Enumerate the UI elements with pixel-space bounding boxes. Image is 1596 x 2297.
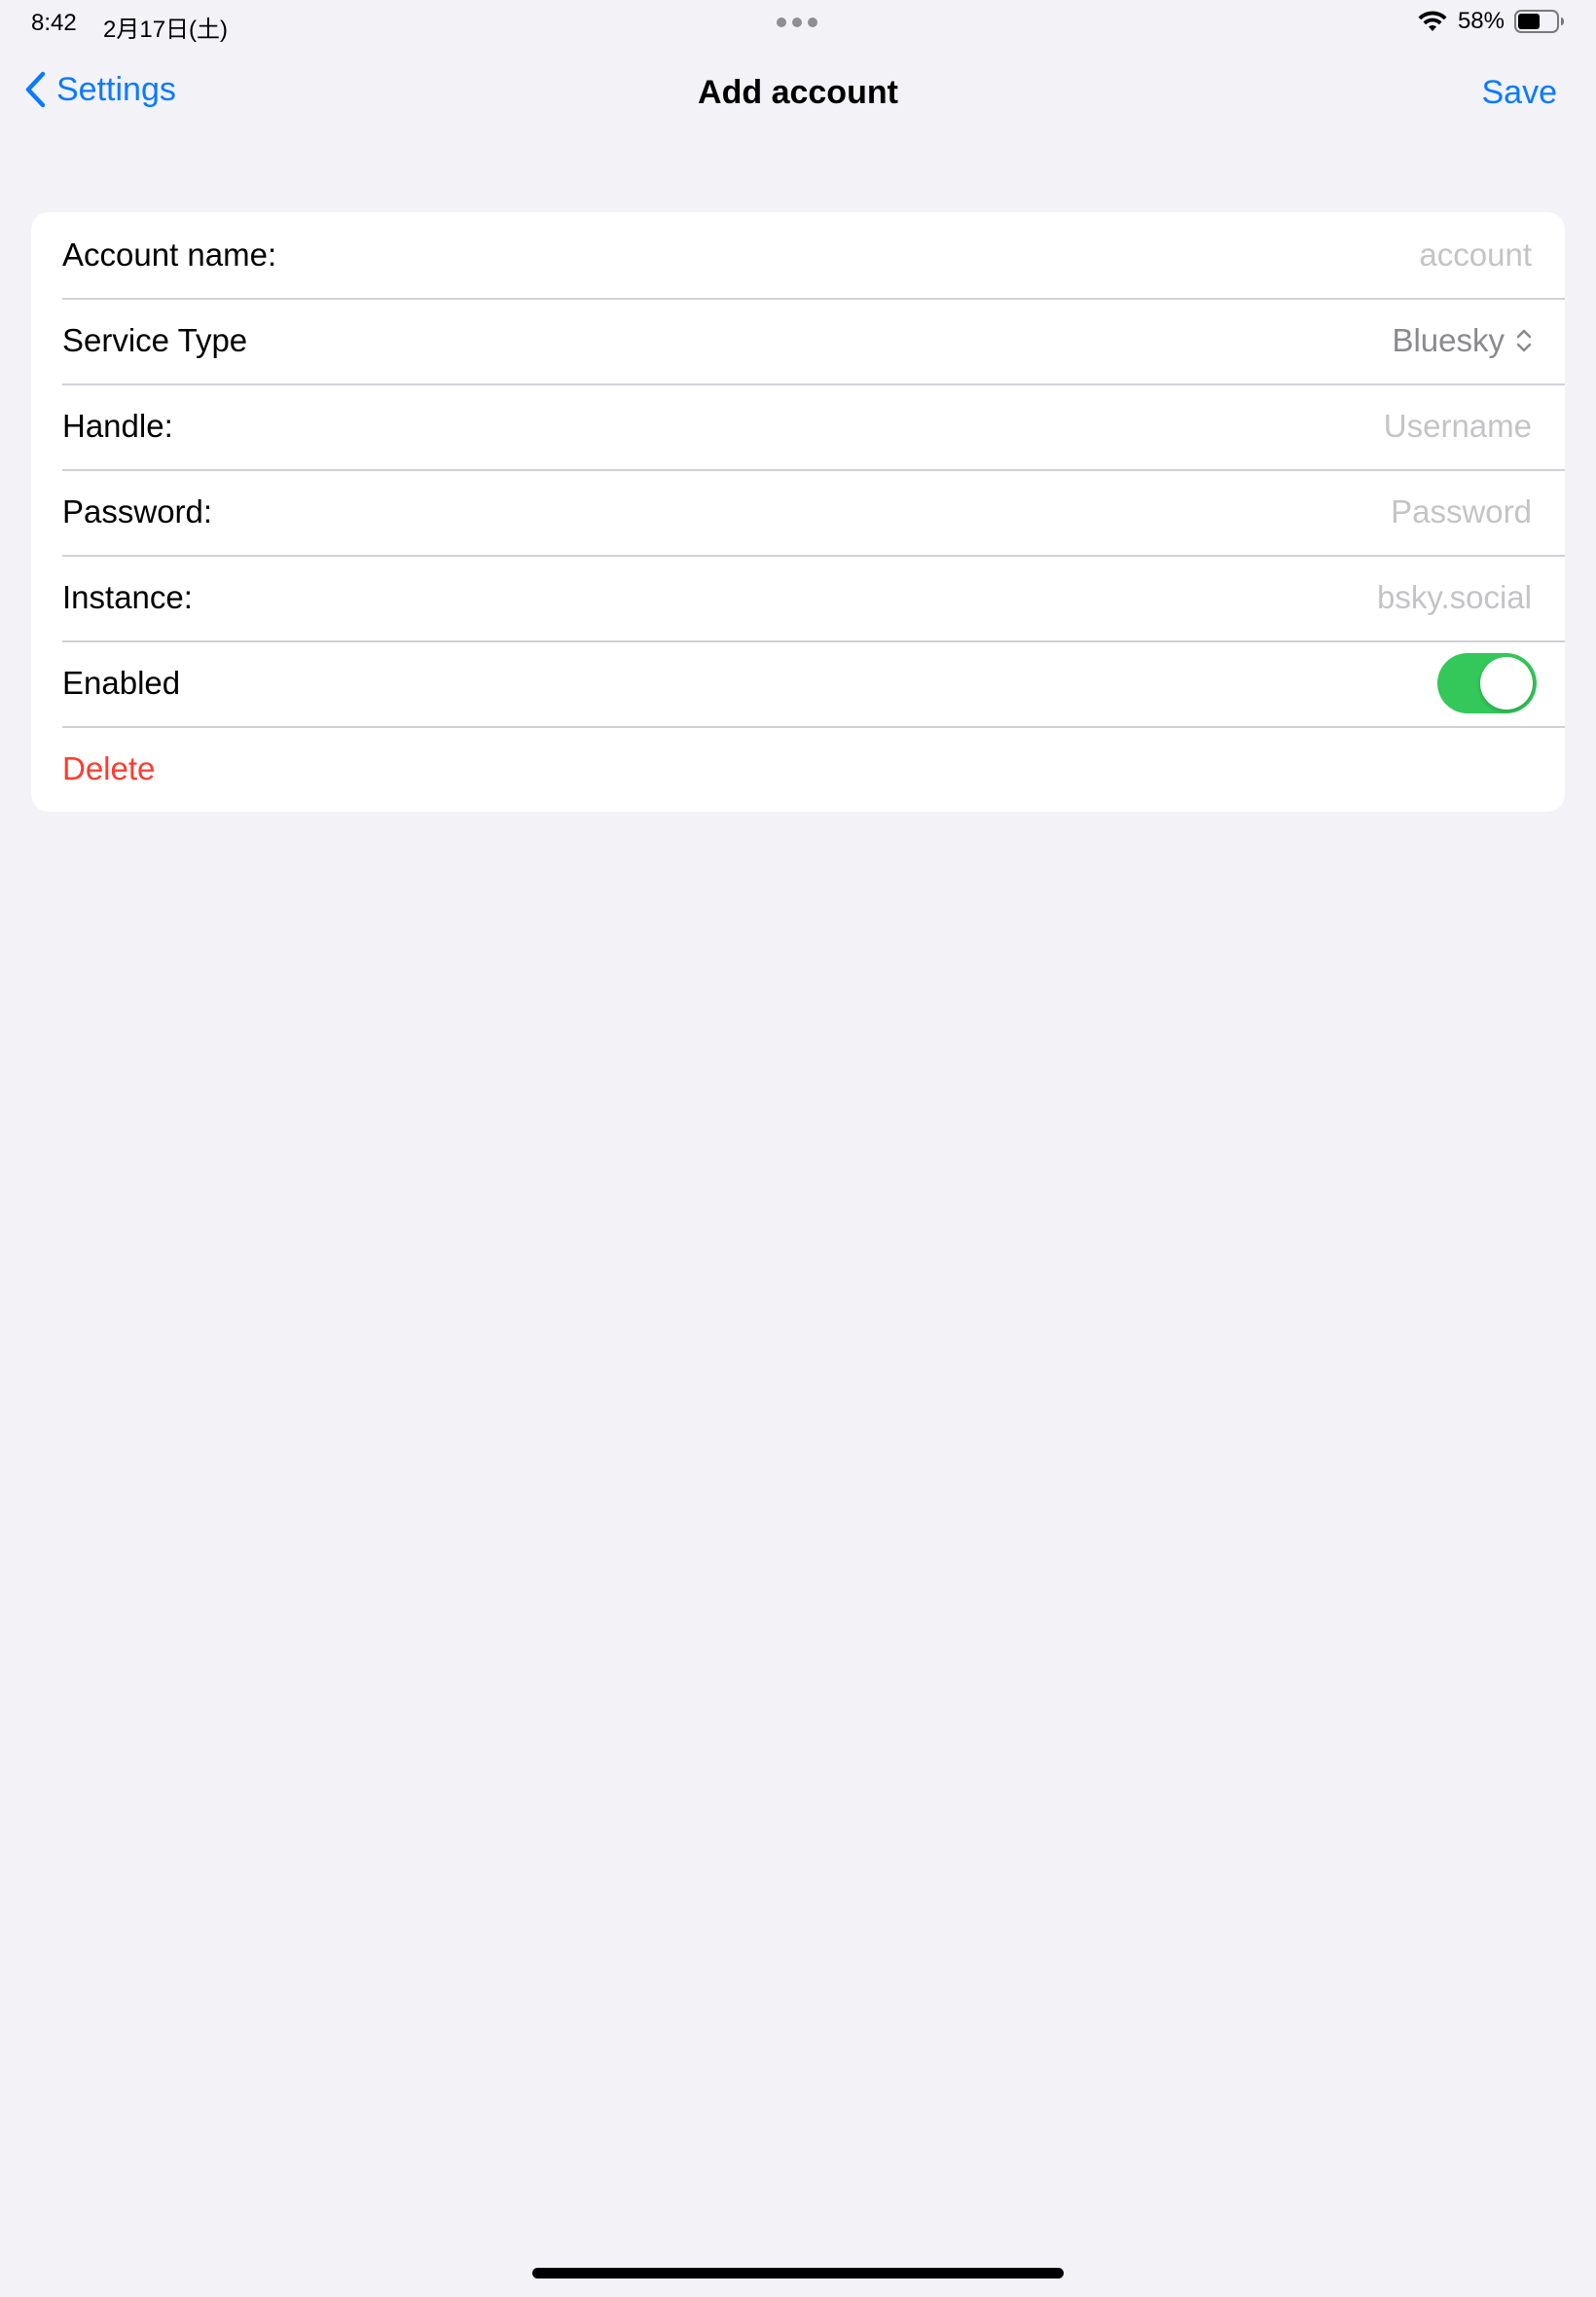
password-row: Password:	[31, 469, 1565, 555]
chevron-up-down-icon	[1516, 329, 1532, 352]
page-title: Add account	[698, 74, 898, 111]
status-date: 2月17日(土)	[103, 17, 229, 43]
battery-icon	[1514, 10, 1564, 33]
account-name-row: Account name:	[31, 212, 1565, 298]
delete-button[interactable]: Delete	[62, 750, 155, 787]
save-button[interactable]: Save	[1482, 74, 1558, 112]
wifi-icon	[1418, 11, 1447, 31]
status-bar: 8:42 2月17日(土) 58%	[0, 0, 1596, 47]
password-input[interactable]	[946, 492, 1534, 531]
service-type-picker[interactable]: Bluesky	[1392, 322, 1534, 359]
enabled-label: Enabled	[62, 665, 181, 701]
navigation-bar: Settings Add account Save	[0, 58, 1596, 132]
password-label: Password:	[62, 493, 213, 529]
status-right: 58%	[1417, 8, 1565, 35]
handle-label: Handle:	[62, 408, 173, 444]
service-type-row[interactable]: Service Type Bluesky	[31, 298, 1565, 383]
handle-input[interactable]	[946, 407, 1534, 446]
instance-input[interactable]	[946, 578, 1534, 617]
service-type-value: Bluesky	[1392, 322, 1505, 358]
instance-label: Instance:	[62, 579, 193, 615]
enabled-row: Enabled	[31, 640, 1565, 726]
status-time: 8:42	[31, 10, 77, 36]
delete-row[interactable]: Delete	[31, 726, 1565, 812]
instance-row: Instance:	[31, 555, 1565, 640]
enabled-toggle[interactable]	[1437, 653, 1537, 713]
account-form: Account name: Service Type Bluesky Handl…	[31, 212, 1565, 812]
battery-percent: 58%	[1457, 8, 1505, 34]
account-name-input[interactable]	[946, 236, 1534, 274]
home-indicator[interactable]	[532, 2268, 1064, 2279]
handle-row: Handle:	[31, 383, 1565, 469]
account-name-label: Account name:	[62, 237, 277, 273]
multitasking-dots-icon[interactable]	[777, 18, 817, 27]
service-type-label: Service Type	[62, 322, 248, 358]
toggle-knob	[1480, 657, 1533, 710]
